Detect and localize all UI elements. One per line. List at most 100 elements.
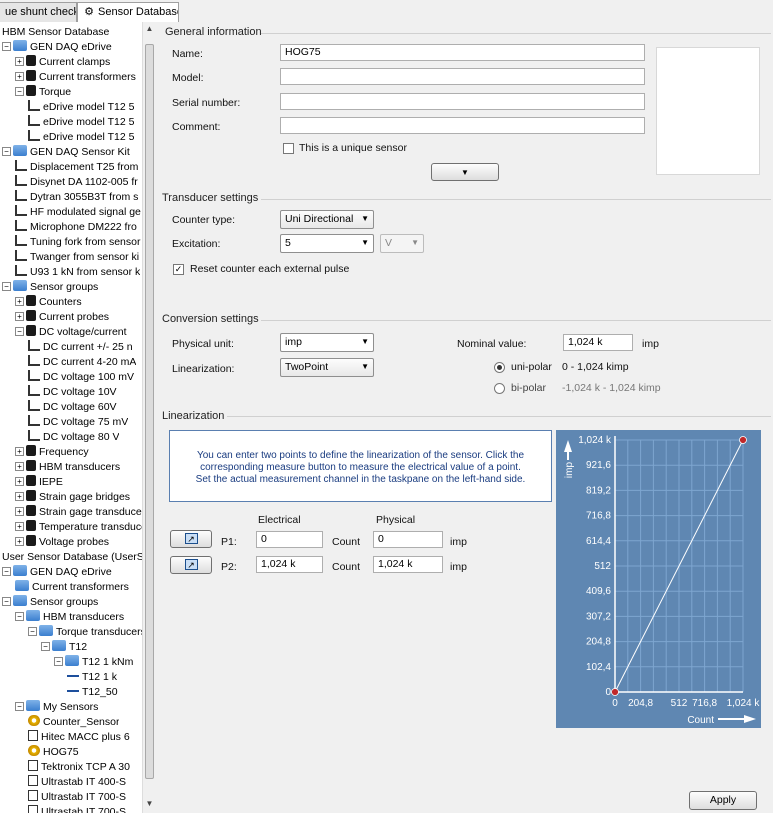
counter-type-select[interactable]: Uni Directional ▼ xyxy=(280,210,374,229)
expand-icon[interactable]: + xyxy=(15,477,24,486)
tree-item[interactable]: + Strain gage transducers xyxy=(15,505,150,520)
tree-item[interactable]: − GEN DAQ eDrive xyxy=(2,565,112,580)
p2-electrical-field[interactable]: 1,024 k xyxy=(256,556,323,573)
tree-item[interactable]: Microphone DM222 fro xyxy=(15,220,137,235)
tree-item[interactable]: Counter_Sensor xyxy=(28,715,119,730)
tree-item[interactable]: T12_50 xyxy=(67,685,118,700)
tree-item[interactable]: − Sensor groups xyxy=(2,595,98,610)
excitation-select[interactable]: 5 ▼ xyxy=(280,234,374,253)
expand-icon[interactable]: + xyxy=(15,537,24,546)
excitation-unit-select[interactable]: V ▼ xyxy=(380,234,424,253)
tree-item[interactable]: Dytran 3055B3T from s xyxy=(15,190,138,205)
tree-item[interactable]: + Counters xyxy=(15,295,82,310)
tree-item[interactable]: + Frequency xyxy=(15,445,89,460)
tree-item[interactable]: Current transformers xyxy=(15,580,129,595)
comment-field[interactable] xyxy=(280,117,645,134)
expand-icon[interactable]: + xyxy=(15,507,24,516)
collapse-icon[interactable]: − xyxy=(2,597,11,606)
apply-button[interactable]: Apply xyxy=(689,791,757,810)
tree-item[interactable]: + HBM transducers xyxy=(15,460,120,475)
tree-item[interactable]: Tektronix TCP A 30 xyxy=(28,760,130,775)
tree-item[interactable]: DC voltage 100 mV xyxy=(28,370,134,385)
collapse-icon[interactable]: − xyxy=(15,87,24,96)
serial-number-field[interactable] xyxy=(280,93,645,110)
tree-item[interactable]: − GEN DAQ Sensor Kit xyxy=(2,145,130,160)
tree-item[interactable]: − HBM transducers xyxy=(15,610,124,625)
measure-p1-button[interactable]: ↗ xyxy=(170,530,212,548)
expand-icon[interactable]: + xyxy=(15,72,24,81)
tree-item[interactable]: Displacement T25 from xyxy=(15,160,138,175)
tree-item[interactable]: User Sensor Database (UserSe xyxy=(2,550,150,565)
collapse-icon[interactable]: − xyxy=(15,327,24,336)
tree-item[interactable]: − T12 1 kNm xyxy=(54,655,133,670)
tree-item[interactable]: + IEPE xyxy=(15,475,63,490)
tree-item[interactable]: + Voltage probes xyxy=(15,535,109,550)
p1-physical-field[interactable]: 0 xyxy=(373,531,443,548)
expand-icon[interactable]: + xyxy=(15,492,24,501)
collapse-icon[interactable]: − xyxy=(15,702,24,711)
tree-item[interactable]: DC voltage 60V xyxy=(28,400,117,415)
tree-item[interactable]: + Strain gage bridges xyxy=(15,490,130,505)
tree-item[interactable]: Ultrastab IT 400-S xyxy=(28,775,126,790)
tree-item[interactable]: eDrive model T12 5 xyxy=(28,115,134,130)
tree-item[interactable]: − Sensor groups xyxy=(2,280,98,295)
tree-item[interactable]: − DC voltage/current xyxy=(15,325,127,340)
expand-details-button[interactable]: ▼ xyxy=(431,163,499,181)
collapse-icon[interactable]: − xyxy=(2,147,11,156)
collapse-icon[interactable]: − xyxy=(2,567,11,576)
tree-item[interactable]: Hitec MACC plus 6 xyxy=(28,730,130,745)
p2-physical-field[interactable]: 1,024 k xyxy=(373,556,443,573)
tree-item[interactable]: Tuning fork from sensor xyxy=(15,235,141,250)
tree-item[interactable]: − Torque transducers xyxy=(28,625,146,640)
expand-icon[interactable]: + xyxy=(15,522,24,531)
tree-item[interactable]: − Torque xyxy=(15,85,71,100)
expand-icon[interactable]: + xyxy=(15,297,24,306)
tree-item[interactable]: DC current 4-20 mA xyxy=(28,355,136,370)
unipolar-radio[interactable] xyxy=(494,362,505,373)
tree-item[interactable]: HF modulated signal ge xyxy=(15,205,141,220)
tree-item[interactable]: Ultrastab IT 700-S xyxy=(28,790,126,805)
collapse-icon[interactable]: − xyxy=(2,42,11,51)
tree-item[interactable]: DC current +/- 25 n xyxy=(28,340,133,355)
measure-p2-button[interactable]: ↗ xyxy=(170,556,212,574)
tree-item[interactable]: eDrive model T12 5 xyxy=(28,100,134,115)
name-field[interactable]: HOG75 xyxy=(280,44,645,61)
expand-icon[interactable]: + xyxy=(15,312,24,321)
physical-unit-select[interactable]: imp ▼ xyxy=(280,333,374,352)
tree-item[interactable]: DC voltage 80 V xyxy=(28,430,119,445)
p1-electrical-field[interactable]: 0 xyxy=(256,531,323,548)
tree-item[interactable]: + Current transformers xyxy=(15,70,136,85)
tree-item[interactable]: eDrive model T12 5 xyxy=(28,130,134,145)
tree-item[interactable]: DC voltage 75 mV xyxy=(28,415,128,430)
expand-icon[interactable]: + xyxy=(15,447,24,456)
tab-sensor-database[interactable]: ⚙ Sensor Database xyxy=(77,2,179,22)
tree-item[interactable]: + Current probes xyxy=(15,310,109,325)
collapse-icon[interactable]: − xyxy=(15,612,24,621)
bipolar-radio[interactable] xyxy=(494,383,505,394)
tree-scrollbar[interactable]: ▲ ▼ xyxy=(142,22,155,813)
tree-item[interactable]: Twanger from sensor ki xyxy=(15,250,139,265)
tree-item[interactable]: T12 1 k xyxy=(67,670,117,685)
collapse-icon[interactable]: − xyxy=(2,282,11,291)
nominal-value-field[interactable]: 1,024 k xyxy=(563,334,633,351)
collapse-icon[interactable]: − xyxy=(28,627,37,636)
scrollbar-thumb[interactable] xyxy=(145,44,154,779)
expand-icon[interactable]: + xyxy=(15,462,24,471)
tree-item[interactable]: − My Sensors xyxy=(15,700,98,715)
tree-item[interactable]: HOG75 xyxy=(28,745,79,760)
tab-shunt-check[interactable]: ue shunt check xyxy=(0,2,77,22)
tree-item[interactable]: − T12 xyxy=(41,640,87,655)
expand-icon[interactable]: + xyxy=(15,57,24,66)
collapse-icon[interactable]: − xyxy=(54,657,63,666)
tree-item[interactable]: Ultrastab IT 700-S xyxy=(28,805,126,813)
reset-counter-checkbox[interactable]: ✓ xyxy=(173,264,184,275)
tree-item[interactable]: DC voltage 10V xyxy=(28,385,117,400)
tree-item[interactable]: Disynet DA 1102-005 fr xyxy=(15,175,138,190)
scroll-down-icon[interactable]: ▼ xyxy=(144,798,155,809)
scroll-up-icon[interactable]: ▲ xyxy=(144,23,155,34)
linearization-select[interactable]: TwoPoint ▼ xyxy=(280,358,374,377)
tree-item[interactable]: U93 1 kN from sensor k xyxy=(15,265,140,280)
tree-item[interactable]: + Current clamps xyxy=(15,55,110,70)
tree-item[interactable]: HBM Sensor Database xyxy=(2,25,109,40)
model-field[interactable] xyxy=(280,68,645,85)
